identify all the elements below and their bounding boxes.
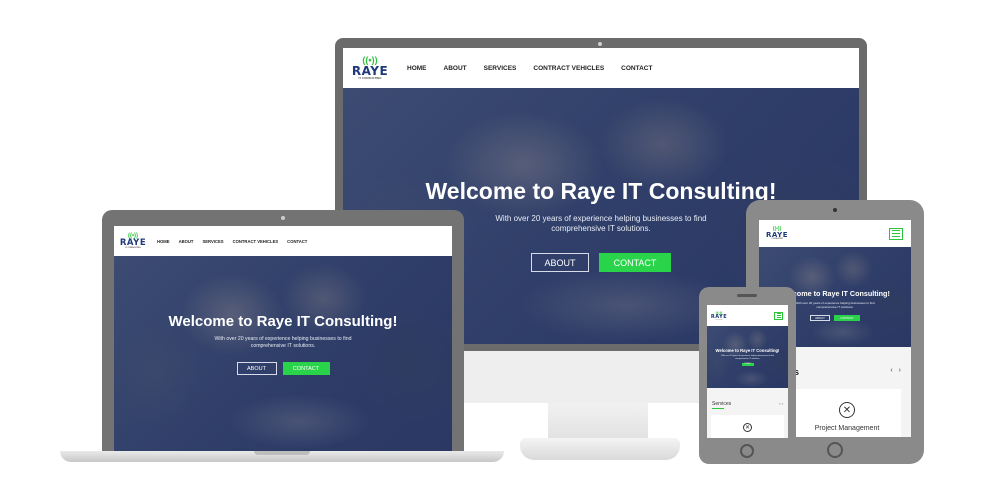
service-card-title: Project Management (814, 425, 880, 432)
hero-title: Welcome to Raye IT Consulting! (168, 313, 398, 330)
contact-button[interactable]: CONTACT (599, 253, 671, 272)
nav-contact[interactable]: CONTACT (287, 239, 307, 244)
nav-about[interactable]: ABOUT (444, 65, 467, 72)
laptop-notch (254, 451, 310, 455)
nav-home[interactable]: HOME (157, 239, 170, 244)
raye-logo[interactable]: ((•)) RAYE IT CONSULTING (711, 310, 727, 321)
carousel-arrows[interactable]: ‹ › (779, 401, 783, 406)
contact-button[interactable]: CONTACT (741, 363, 754, 367)
about-button[interactable]: ABOUT (236, 362, 277, 375)
tablet-home-button (827, 442, 843, 458)
phone-screen: Welcome to Raye IT Consulting! With over… (707, 305, 788, 438)
laptop-navbar: ((•)) RAYE IT CONSULTING HOME ABOUT SERV… (114, 226, 452, 256)
phone: Welcome to Raye IT Consulting! With over… (699, 287, 796, 464)
device-mockup-stage: Welcome to Raye IT Consulting! With over… (0, 0, 1000, 500)
nav-contract-vehicles[interactable]: CONTRACT VEHICLES (233, 239, 279, 244)
main-menu: HOME ABOUT SERVICES CONTRACT VEHICLES CO… (157, 239, 307, 244)
service-card[interactable]: ✕ (711, 415, 784, 438)
laptop-hero: Welcome to Raye IT Consulting! With over… (114, 256, 452, 451)
nav-home[interactable]: HOME (407, 65, 427, 72)
raye-logo[interactable]: ((•)) RAYE IT CONSULTING (352, 56, 388, 80)
phone-home-button (740, 444, 754, 458)
tools-icon: ✕ (743, 423, 752, 432)
monitor-camera (598, 42, 602, 46)
nav-services[interactable]: SERVICES (202, 239, 223, 244)
carousel-arrows[interactable]: ‹ › (890, 367, 903, 374)
nav-about[interactable]: ABOUT (179, 239, 194, 244)
laptop-screen: Welcome to Raye IT Consulting! With over… (114, 226, 452, 451)
laptop-camera (281, 216, 285, 220)
services-title: Services (712, 401, 732, 407)
hero-subtitle: With over 20 years of experience helping… (214, 336, 352, 349)
title-underline (712, 408, 724, 409)
phone-hero: Welcome to Raye IT Consulting! With over… (707, 326, 788, 388)
tablet-navbar: ((•)) RAYE IT CONSULTING (759, 220, 911, 247)
services-section: Services ‹ › ✕ (707, 388, 788, 438)
hamburger-menu-icon[interactable] (889, 227, 903, 240)
monitor-stand-neck (548, 403, 648, 439)
desktop-navbar: ((•)) RAYE IT CONSULTING HOME ABOUT SERV… (343, 48, 859, 88)
monitor-stand-base (520, 438, 680, 460)
phone-navbar: ((•)) RAYE IT CONSULTING (707, 305, 788, 326)
service-card[interactable]: ✕ Project Management (793, 389, 901, 437)
laptop: Welcome to Raye IT Consulting! With over… (102, 210, 464, 451)
raye-logo[interactable]: ((•)) RAYE IT CONSULTING (120, 233, 146, 250)
main-menu: HOME ABOUT SERVICES CONTRACT VEHICLES CO… (407, 65, 652, 72)
contact-button[interactable]: CONTACT (834, 315, 860, 321)
nav-services[interactable]: SERVICES (484, 65, 517, 72)
hero-subtitle: With over 20 years of experience helping… (721, 355, 774, 360)
tools-icon: ✕ (839, 402, 855, 418)
nav-contract-vehicles[interactable]: CONTRACT VEHICLES (533, 65, 604, 72)
about-button[interactable]: ABOUT (531, 253, 589, 272)
tablet-camera (833, 208, 837, 212)
nav-contact[interactable]: CONTACT (621, 65, 652, 72)
hamburger-menu-icon[interactable] (774, 311, 783, 320)
phone-speaker (737, 294, 757, 297)
about-button[interactable]: ABOUT (810, 315, 830, 321)
hero-content: Welcome to Raye IT Consulting! With over… (707, 348, 788, 367)
contact-button[interactable]: CONTACT (282, 362, 330, 375)
hero-content: Welcome to Raye IT Consulting! With over… (114, 313, 452, 375)
hero-title: Welcome to Raye IT Consulting! (715, 348, 780, 353)
raye-logo[interactable]: ((•)) RAYE IT CONSULTING (766, 226, 788, 241)
